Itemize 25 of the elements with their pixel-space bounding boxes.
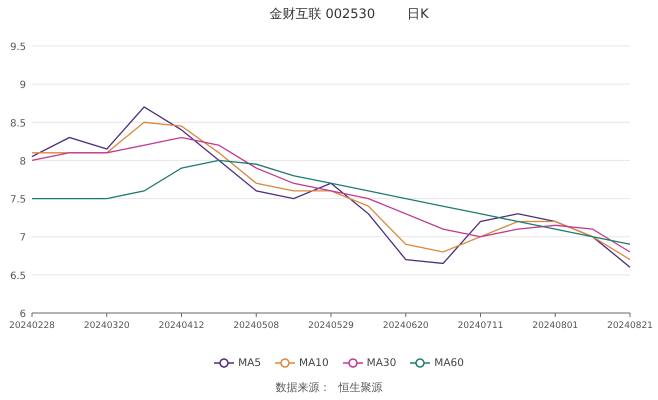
y-tick-label: 9.5 <box>10 42 26 53</box>
x-tick-label: 20240620 <box>382 321 429 331</box>
legend-item[interactable]: MA10 <box>275 357 329 369</box>
legend-item[interactable]: MA30 <box>342 357 396 369</box>
y-tick-label: 7 <box>20 232 26 244</box>
y-tick-label: 9 <box>20 80 26 92</box>
x-tick-label: 20240508 <box>233 321 280 331</box>
legend-item[interactable]: MA5 <box>214 357 262 369</box>
source-label: 数据来源： <box>276 380 330 394</box>
y-tick-label: 7.5 <box>10 194 26 206</box>
chart-title: 金财互联 002530 <box>269 6 376 23</box>
legend-item[interactable]: MA60 <box>410 357 464 369</box>
y-tick-label: 6.5 <box>10 270 26 282</box>
x-tick-label: 20240228 <box>9 321 55 331</box>
source-name: 恒生聚源 <box>338 380 382 394</box>
x-tick-label: 20240412 <box>158 321 204 331</box>
x-tick-label: 20240801 <box>532 321 578 331</box>
x-tick-label: 20240711 <box>458 321 504 331</box>
x-tick-label: 20240320 <box>84 321 130 331</box>
y-tick-label: 8.5 <box>10 118 26 130</box>
period-label: 日K <box>407 6 429 23</box>
x-tick-label: 20240529 <box>308 321 354 331</box>
x-tick-label: 20240821 <box>607 321 653 331</box>
y-tick-label: 6 <box>20 309 26 320</box>
y-tick-label: 8 <box>20 156 26 168</box>
